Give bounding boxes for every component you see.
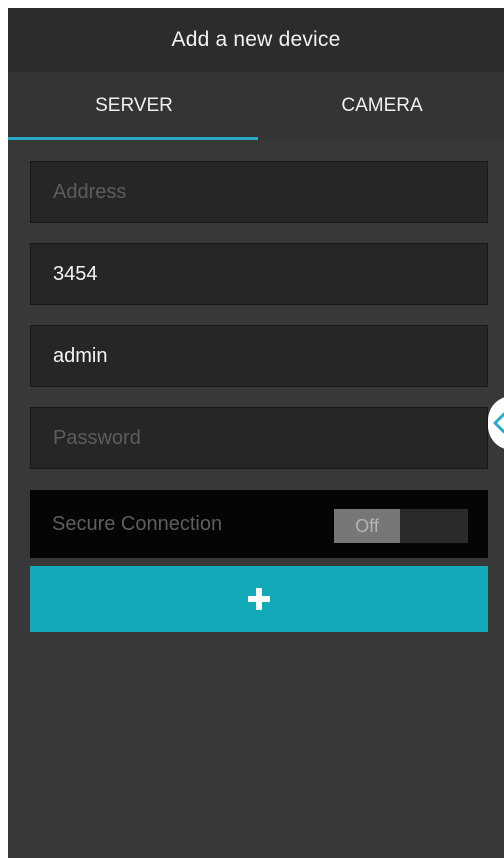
tab-selected-indicator: [8, 137, 258, 140]
port-field[interactable]: 3454: [30, 243, 488, 305]
tab-camera[interactable]: CAMERA: [260, 72, 504, 140]
secure-connection-toggle[interactable]: Off: [334, 509, 468, 543]
title-bar: Add a new device: [8, 8, 504, 72]
page-title: Add a new device: [171, 28, 341, 51]
tab-bar: SERVER CAMERA: [8, 72, 504, 140]
toggle-state-label: Off: [334, 509, 400, 543]
add-device-button[interactable]: [30, 566, 488, 632]
secure-connection-row: Secure Connection Off: [30, 490, 488, 558]
password-field[interactable]: Password: [30, 407, 488, 469]
add-device-screen: Add a new device SERVER CAMERA Address 3…: [8, 8, 504, 858]
tab-server[interactable]: SERVER: [8, 72, 260, 140]
chevron-left-icon: [493, 412, 504, 434]
secure-connection-label: Secure Connection: [52, 512, 223, 535]
plus-icon: [248, 588, 270, 610]
side-drawer-handle[interactable]: [488, 396, 504, 450]
address-field[interactable]: Address: [30, 161, 488, 223]
username-field[interactable]: admin: [30, 325, 488, 387]
